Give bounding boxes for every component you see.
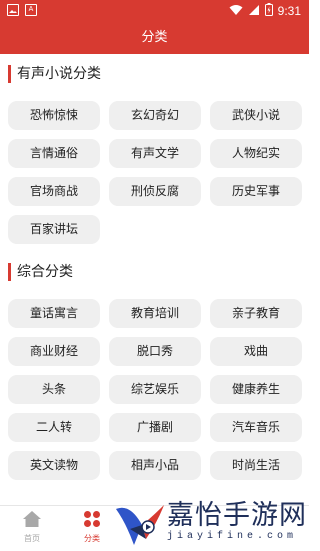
category-chip[interactable]: 恐怖惊悚	[8, 101, 100, 130]
category-chip[interactable]: 人物纪实	[210, 139, 302, 168]
general-category-grid: 童话寓言 教育培训 亲子教育 商业财经 脱口秀 戏曲 头条 综艺娱乐 健康养生 …	[8, 299, 302, 480]
category-chip[interactable]: 言情通俗	[8, 139, 100, 168]
category-chip[interactable]: 有声文学	[109, 139, 201, 168]
category-chip[interactable]: 百家讲坛	[8, 215, 100, 244]
section-title-audio-novels: 有声小说分类	[8, 65, 101, 83]
status-right-icons: 9:31	[229, 3, 301, 19]
battery-icon	[264, 3, 273, 19]
category-grid-icon	[82, 511, 102, 532]
category-chip[interactable]: 刑侦反腐	[109, 177, 201, 206]
category-chip[interactable]: 亲子教育	[210, 299, 302, 328]
section-title-general: 综合分类	[8, 263, 73, 281]
category-chip[interactable]: 相声小品	[109, 451, 201, 480]
category-chip[interactable]: 健康养生	[210, 375, 302, 404]
audio-novel-category-grid: 恐怖惊悚 玄幻奇幻 武侠小说 言情通俗 有声文学 人物纪实 官场商战 刑侦反腐 …	[8, 101, 302, 244]
text-a-icon: A	[25, 4, 37, 16]
image-icon	[7, 4, 19, 16]
category-chip[interactable]: 英文读物	[8, 451, 100, 480]
nav-home-label: 首页	[24, 534, 40, 543]
nav-category[interactable]: 分类	[72, 510, 112, 544]
category-chip[interactable]: 历史军事	[210, 177, 302, 206]
nav-home[interactable]: 首页	[12, 510, 52, 544]
status-bar: A 9:31	[0, 0, 309, 22]
page-title: 分类	[0, 22, 309, 54]
wifi-icon	[229, 4, 243, 19]
category-chip[interactable]: 童话寓言	[8, 299, 100, 328]
category-chip[interactable]: 综艺娱乐	[109, 375, 201, 404]
bottom-nav: 首页 分类	[0, 505, 309, 551]
category-chip[interactable]: 头条	[8, 375, 100, 404]
category-chip[interactable]: 玄幻奇幻	[109, 101, 201, 130]
nav-category-label: 分类	[84, 534, 100, 543]
category-chip[interactable]: 官场商战	[8, 177, 100, 206]
category-chip[interactable]: 时尚生活	[210, 451, 302, 480]
status-left-icons: A	[7, 4, 37, 16]
category-chip[interactable]: 广播剧	[109, 413, 201, 442]
signal-icon	[248, 4, 260, 19]
category-chip[interactable]: 脱口秀	[109, 337, 201, 366]
home-icon	[22, 511, 42, 532]
category-chip[interactable]: 戏曲	[210, 337, 302, 366]
category-chip[interactable]: 商业财经	[8, 337, 100, 366]
category-chip[interactable]: 汽车音乐	[210, 413, 302, 442]
category-chip[interactable]: 教育培训	[109, 299, 201, 328]
category-chip[interactable]: 二人转	[8, 413, 100, 442]
category-chip[interactable]: 武侠小说	[210, 101, 302, 130]
status-time: 9:31	[277, 4, 301, 18]
